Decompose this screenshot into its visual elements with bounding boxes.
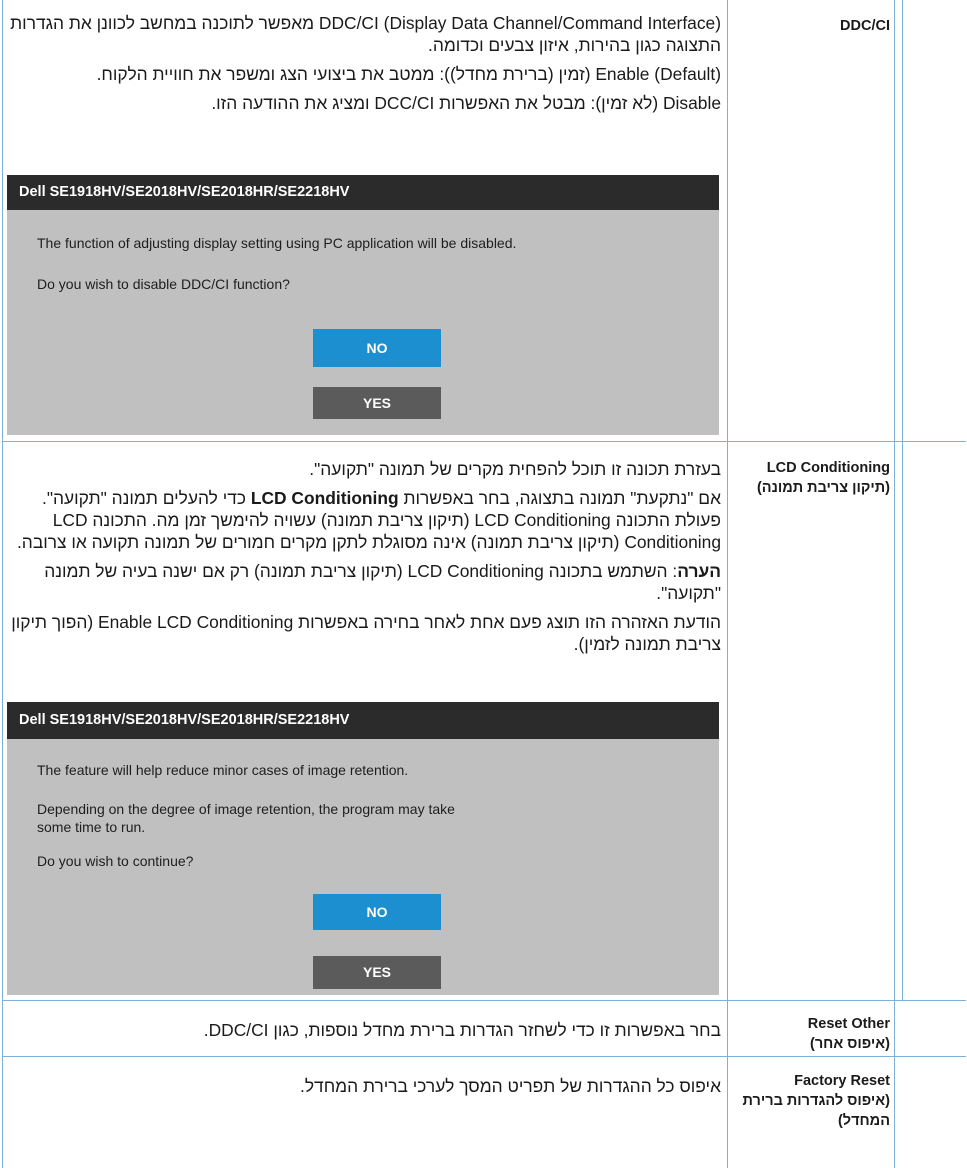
lcd-warning-text: הודעת האזהרה הזו תוצג פעם אחת לאחר בחירה… xyxy=(11,612,721,654)
ddcci-paragraph: DDC/CI (Display Data Channel/Command Int… xyxy=(10,13,721,55)
factory-reset-label: Factory Reset (איפוס להגדרות ברירת המחדל… xyxy=(733,1071,890,1131)
dialog-question: Do you wish to disable DDC/CI function? xyxy=(37,276,290,292)
ddcci-disable-dialog: Dell SE1918HV/SE2018HV/SE2018HR/SE2218HV… xyxy=(7,175,719,435)
dialog-message: The feature will help reduce minor cases… xyxy=(37,762,409,778)
lcd-conditioning-label: LCD Conditioning (תיקון צריבת תמונה) xyxy=(733,458,890,498)
reset-other-text: בחר באפשרות זו כדי לשחזר הגדרות ברירת מח… xyxy=(203,1020,721,1040)
column-divider xyxy=(894,0,895,1168)
ddcci-label: DDC/CI xyxy=(733,16,890,36)
lcd-paragraph: אם "נתקעת" תמונה בתצוגה, בחר באפשרות LCD… xyxy=(16,488,721,552)
ddcci-paragraph: Enable (Default) (זמין (ברירת מחדל)): ממ… xyxy=(96,64,721,84)
ddcci-description: DDC/CI (Display Data Channel/Command Int… xyxy=(6,12,721,121)
row-divider xyxy=(2,441,966,442)
lcd-label-en: LCD Conditioning xyxy=(766,460,890,476)
lcd-label-he: (תיקון צריבת תמונה) xyxy=(756,480,890,496)
factory-reset-label-he: (איפוס להגדרות ברירת המחדל) xyxy=(742,1093,890,1129)
reset-other-label-en: Reset Other xyxy=(807,1016,890,1032)
factory-reset-description: איפוס כל ההגדרות של תפריט המסך לערכי ברי… xyxy=(6,1075,721,1104)
row-divider xyxy=(2,1056,966,1057)
factory-reset-label-en: Factory Reset xyxy=(794,1073,890,1089)
lcd-conditioning-description: בעזרת תכונה זו תוכל להפחית מקרים של תמונ… xyxy=(6,458,721,662)
reset-other-description: בחר באפשרות זו כדי לשחזר הגדרות ברירת מח… xyxy=(6,1019,721,1048)
dialog-title: Dell SE1918HV/SE2018HV/SE2018HR/SE2218HV xyxy=(7,702,719,739)
yes-button[interactable]: YES xyxy=(313,387,441,419)
table-border-left xyxy=(2,0,3,1168)
lcd-conditioning-term: LCD Conditioning xyxy=(250,488,399,508)
dialog-message: Depending on the degree of image retenti… xyxy=(37,801,455,835)
ddcci-label-en: DDC/CI xyxy=(840,18,890,34)
dialog-message: The function of adjusting display settin… xyxy=(37,235,517,251)
dialog-question: Do you wish to continue? xyxy=(37,853,194,869)
dialog-title: Dell SE1918HV/SE2018HV/SE2018HR/SE2218HV xyxy=(7,175,719,210)
reset-other-label-he: (איפוס אחר) xyxy=(809,1036,890,1052)
column-divider xyxy=(902,0,903,1000)
note-label: הערה xyxy=(677,561,721,581)
ddcci-paragraph: Disable (לא זמין): מבטל את האפשרות DCC/C… xyxy=(211,93,721,113)
lcd-intro: בעזרת תכונה זו תוכל להפחית מקרים של תמונ… xyxy=(309,459,721,479)
yes-button[interactable]: YES xyxy=(313,956,441,989)
lcd-note: הערה: השתמש בתכונה LCD Conditioning (תיק… xyxy=(44,561,721,603)
no-button[interactable]: NO xyxy=(313,329,441,367)
settings-table: DDC/CI (Display Data Channel/Command Int… xyxy=(0,0,967,1168)
row-divider xyxy=(2,1000,966,1001)
factory-reset-text: איפוס כל ההגדרות של תפריט המסך לערכי ברי… xyxy=(300,1076,721,1096)
no-button[interactable]: NO xyxy=(313,894,441,930)
lcd-conditioning-dialog: Dell SE1918HV/SE2018HV/SE2018HR/SE2218HV… xyxy=(7,702,719,995)
reset-other-label: Reset Other (איפוס אחר) xyxy=(733,1014,890,1054)
column-divider xyxy=(727,0,728,1168)
